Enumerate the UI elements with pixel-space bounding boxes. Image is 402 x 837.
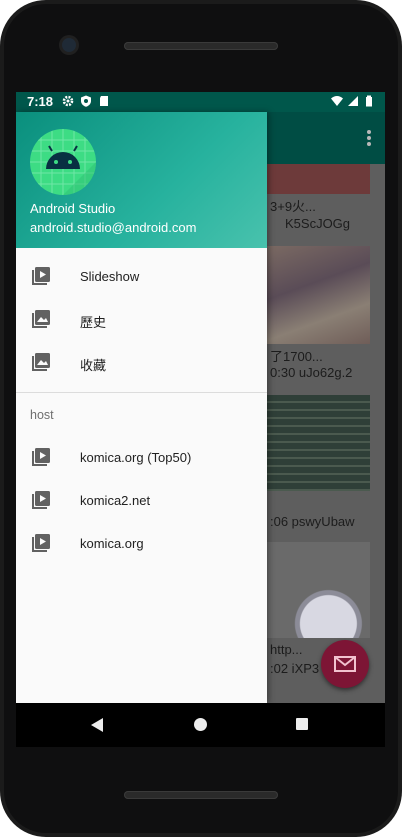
screen: 3+9火... K5ScJOGg 了1700... 0:30 uJo62g.2 … — [16, 92, 385, 703]
thread-thumbnail[interactable] — [266, 395, 370, 491]
shield-icon — [81, 95, 91, 107]
menu-item-history[interactable]: 歷史 — [16, 299, 267, 341]
menu-item-label: 收藏 — [80, 358, 107, 373]
thread-meta: 0:30 uJo62g.2 — [270, 365, 353, 380]
sd-card-icon — [100, 96, 108, 106]
thread-title[interactable]: 3+9火... — [270, 196, 316, 215]
menu-item-komica2[interactable]: komica2.net — [16, 480, 267, 522]
navigation-drawer: Android Studio android.studio@android.co… — [16, 112, 267, 703]
menu-item-komica[interactable]: komica.org — [16, 523, 267, 565]
overflow-menu-icon[interactable] — [367, 130, 371, 146]
drawer-header: Android Studio android.studio@android.co… — [16, 112, 267, 248]
slideshow-icon — [32, 534, 50, 552]
mail-icon — [334, 656, 356, 672]
slideshow-icon — [32, 267, 50, 285]
section-title-host: host — [30, 408, 54, 422]
menu-item-favorites[interactable]: 收藏 — [16, 342, 267, 384]
recents-icon[interactable] — [296, 718, 308, 730]
android-logo-icon — [30, 129, 96, 195]
system-nav-bar — [16, 703, 385, 747]
thread-meta: K5ScJOGg — [285, 216, 351, 231]
user-email: android.studio@android.com — [30, 220, 197, 235]
battery-icon — [366, 95, 372, 107]
menu-item-label: komica2.net — [80, 493, 151, 508]
gallery-icon — [32, 353, 50, 371]
android-avatar — [30, 129, 96, 195]
wifi-icon — [331, 96, 343, 106]
status-bar: 7:18 — [16, 92, 385, 112]
thread-thumbnail[interactable] — [266, 164, 370, 194]
menu-item-slideshow[interactable]: Slideshow — [16, 256, 267, 298]
slideshow-icon — [32, 491, 50, 509]
thread-title[interactable]: 了1700... — [270, 346, 323, 365]
menu-item-label: komica.org — [80, 536, 144, 551]
menu-divider — [16, 392, 267, 393]
front-camera — [62, 38, 76, 52]
top-speaker — [124, 42, 278, 50]
menu-item-label: Slideshow — [80, 269, 140, 284]
back-icon[interactable] — [90, 717, 104, 733]
thread-title[interactable]: http... — [270, 642, 303, 657]
thread-thumbnail[interactable] — [266, 542, 370, 638]
settings-icon — [62, 95, 74, 107]
thread-meta: :06 pswyUbaw — [270, 514, 355, 529]
compose-fab[interactable] — [321, 640, 369, 688]
thread-thumbnail[interactable] — [266, 246, 370, 344]
cellular-icon — [348, 96, 358, 106]
menu-item-label: 歷史 — [80, 315, 107, 330]
menu-item-komica-top50[interactable]: komica.org (Top50) — [16, 437, 267, 479]
status-time: 7:18 — [27, 94, 54, 109]
menu-item-label: komica.org (Top50) — [80, 450, 192, 465]
thread-meta: :02 iXP3 — [270, 661, 320, 676]
user-name: Android Studio — [30, 201, 116, 216]
home-icon[interactable] — [194, 718, 207, 731]
slideshow-icon — [32, 448, 50, 466]
bottom-speaker — [124, 791, 278, 799]
gallery-icon — [32, 310, 50, 328]
